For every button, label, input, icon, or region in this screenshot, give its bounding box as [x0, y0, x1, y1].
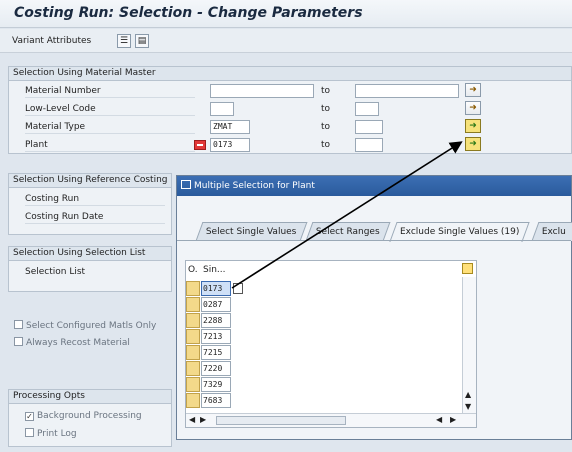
annotation-arrow [231, 141, 463, 289]
arrow-line [231, 141, 463, 289]
